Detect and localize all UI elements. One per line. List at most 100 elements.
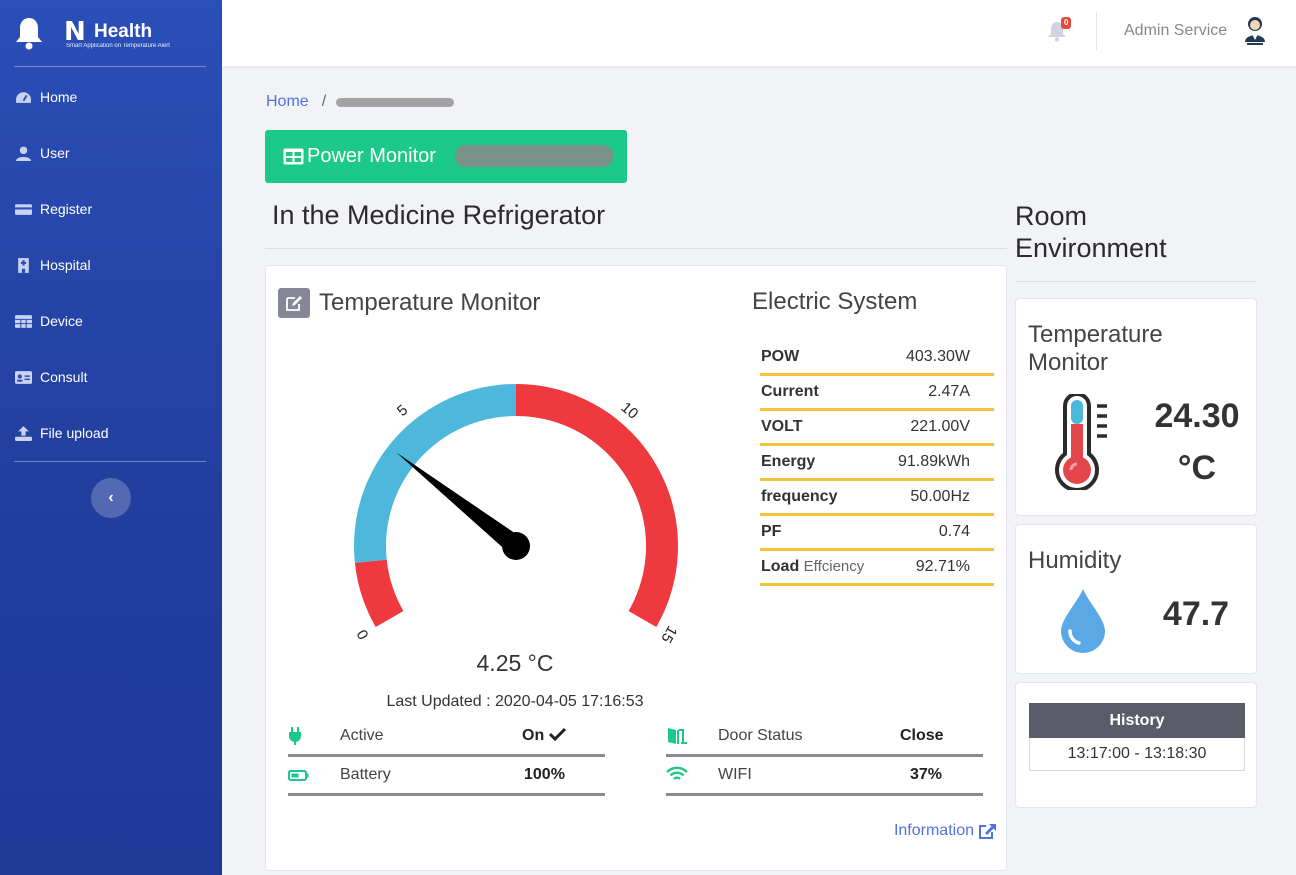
sidebar-item-user[interactable]: User [0,125,222,181]
redacted-text [336,97,455,107]
sidebar-item-hospital[interactable]: Hospital [0,237,222,293]
last-updated: Last Updated : 2020-04-05 17:16:53 [386,693,644,710]
status-label: Active [340,727,384,744]
status-value-text: On [522,727,545,744]
information-link-label: Information [893,822,974,839]
es-label-group: Load Effciency [761,558,864,576]
es-label: PF [761,523,782,540]
electric-system-table: POW 403.30W Current 2.47A VOLT 221.00V E… [760,341,994,586]
check-icon [548,727,566,742]
avatar[interactable] [1242,15,1268,47]
sidebar-item-label: Register [40,201,93,217]
electric-system-title: Electric System [752,288,918,315]
temperature-monitor-header: Temperature Monitor [278,288,540,318]
gauge-band-high [516,384,678,627]
room-temperature-card: Temperature Monitor 24.30 °C [1015,298,1257,516]
history-header: History [1029,703,1245,738]
es-label: Load [761,558,800,575]
humidity-value: 47.7 [1162,595,1230,633]
history-range[interactable]: 13:17:00 - 13:18:30 [1029,738,1245,771]
sidebar: N Health Smart Application on Temperatur… [0,0,222,875]
logo-tagline: Smart Application on Temperature Alert [66,43,170,49]
humidity-card: Humidity 47.7 [1015,524,1257,674]
refrigerator-card: Temperature Monitor Electric System 0 5 10… [265,265,1007,871]
wifi-icon [666,766,688,780]
card-icon [15,203,32,215]
es-label: Energy [761,453,816,470]
thermometer-icon [1055,394,1107,490]
divider [1015,281,1257,282]
breadcrumb-home[interactable]: Home [266,93,309,111]
es-row-pow: POW 403.30W [760,341,994,376]
sidebar-item-label: Consult [40,369,88,385]
room-temperature-value: 24.30 [1154,397,1240,435]
es-value: 0.74 [938,523,970,540]
es-row-current: Current 2.47A [760,376,994,411]
brand[interactable]: N Health Smart Application on Temperatur… [0,0,222,66]
humidity-title: Humidity [1028,547,1122,574]
bell-icon [16,18,42,50]
id-card-icon [15,370,32,384]
es-value: 403.30W [905,348,970,365]
gauge-tick-label: 0 [354,626,373,642]
information-link[interactable]: Information [894,822,997,840]
breadcrumb-separator: / [321,93,327,110]
sidebar-item-label: File upload [40,425,109,441]
es-row-frequency: frequency 50.00Hz [760,481,994,516]
hospital-icon [18,257,29,273]
redacted-text [455,145,613,167]
sidebar-item-consult[interactable]: Consult [0,349,222,405]
es-row-energy: Energy 91.89kWh [760,446,994,481]
es-label: Current [761,383,819,400]
es-row-pf: PF 0.74 [760,516,994,551]
status-label: Door Status [718,727,803,744]
es-label: frequency [761,488,838,505]
table-icon [283,148,304,165]
es-label: POW [761,348,800,365]
room-temperature-title: Temperature Monitor [1028,321,1163,376]
history-card: History 13:17:00 - 13:18:30 [1015,682,1257,808]
sidebar-item-label: Device [40,313,83,329]
status-value: On [522,727,566,745]
status-value: 100% [524,766,565,783]
plug-icon [289,727,301,745]
sidebar-item-label: Hospital [40,257,91,273]
user-icon [16,146,31,161]
gauge-value-text: 4.25 °C [476,650,554,676]
status-value: 37% [910,766,943,783]
dashboard-icon [16,91,31,103]
gauge-tick-label: 5 [394,402,411,420]
gauge-tick-label: 10 [618,399,642,423]
gauge-hub [502,532,530,560]
sidebar-item-home[interactable]: Home [0,69,222,125]
power-monitor-label: Power Monitor [307,145,436,167]
sidebar-item-register[interactable]: Register [0,181,222,237]
sidebar-collapse-button[interactable]: ‹ [91,478,131,518]
topbar-divider [1096,12,1097,50]
es-sublabel: Effciency [803,558,865,575]
sidebar-item-file-upload[interactable]: File upload [0,405,222,461]
sidebar-item-label: Home [40,89,78,105]
status-wifi: WIFI 37% [666,757,983,796]
gauge-band-low [354,559,404,627]
es-row-volt: VOLT 221.00V [760,411,994,446]
external-link-icon [979,823,996,839]
status-label: Battery [340,766,391,783]
battery-icon [288,770,309,781]
es-value: 92.71% [915,558,970,575]
section-title-room: Room Environment [1015,201,1167,263]
status-door: Door Status Close [666,718,983,757]
topbar: 0 Admin Service [222,0,1296,66]
water-drop-icon [1061,589,1105,653]
power-monitor-button[interactable]: Power Monitor [265,130,627,183]
es-value: 50.00Hz [910,488,970,505]
user-name[interactable]: Admin Service [1124,22,1227,40]
status-battery: Battery 100% [288,757,605,796]
status-value: Close [900,727,944,744]
section-title-refrigerator: In the Medicine Refrigerator [272,200,606,230]
sidebar-nav: Home User Register Hospital Device Consu… [0,67,222,461]
sidebar-item-device[interactable]: Device [0,293,222,349]
es-label: VOLT [761,418,803,435]
edit-icon[interactable] [278,288,310,318]
grid-icon [15,314,32,328]
